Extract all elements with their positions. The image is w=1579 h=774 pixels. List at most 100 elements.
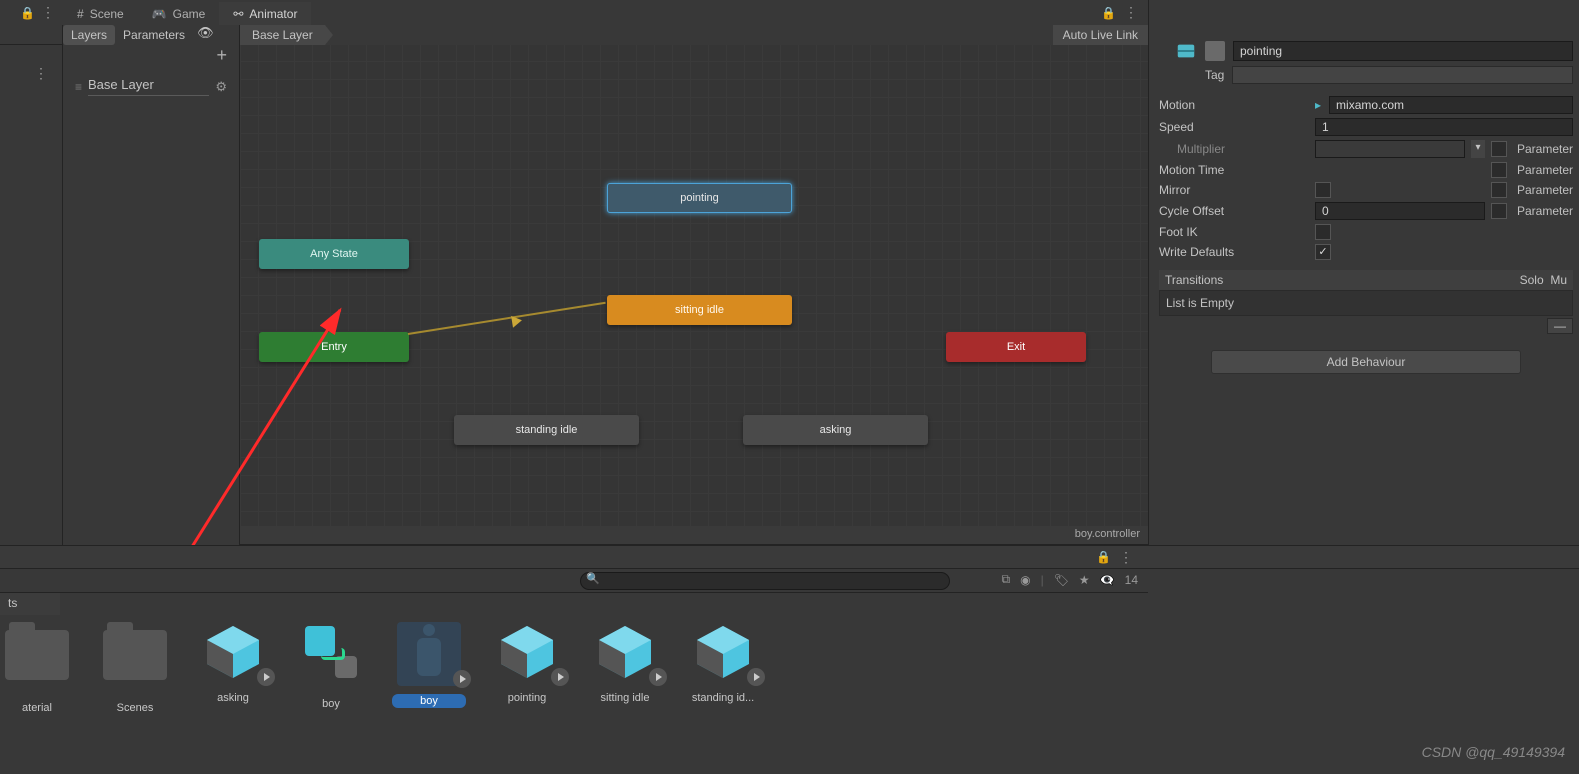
model-icon xyxy=(409,622,449,680)
motion-time-param-check[interactable] xyxy=(1491,162,1507,178)
transitions-list: List is Empty xyxy=(1159,290,1573,316)
filter-label-icon[interactable]: 🏷 xyxy=(1054,573,1069,587)
dropdown-icon[interactable]: ▾ xyxy=(1471,140,1485,158)
inspector-header xyxy=(1175,40,1573,62)
play-icon[interactable] xyxy=(747,668,765,686)
controller-path-label: boy.controller xyxy=(240,526,1148,544)
foot-ik-check[interactable] xyxy=(1315,224,1331,240)
cycle-offset-label: Cycle Offset xyxy=(1159,204,1309,218)
asset-animation-pointing[interactable]: pointing xyxy=(490,620,564,750)
animator-state-icon xyxy=(1175,40,1197,62)
animator-controrller-icon xyxy=(305,626,357,678)
drag-handle-icon[interactable]: ≡ xyxy=(75,80,82,94)
kebab-icon[interactable]: ⋮ xyxy=(41,4,55,21)
search-icon: 🔍 xyxy=(586,572,600,585)
state-node-pointing[interactable]: pointing xyxy=(607,183,792,213)
state-node-sitting-idle[interactable]: sitting idle xyxy=(607,295,792,325)
motion-play-icon: ▸ xyxy=(1315,98,1321,112)
animator-layers-panel: Layers Parameters 👁 + ≡ Base Layer ⚙ xyxy=(63,25,240,545)
layer-item-base[interactable]: ≡ Base Layer ⚙ xyxy=(63,69,239,104)
animator-graph[interactable]: 🔒 ⋮ Base Layer Auto Live Link pointing A… xyxy=(240,25,1148,545)
lock-icon[interactable]: 🔒 xyxy=(1096,550,1111,564)
add-behaviour-button[interactable]: Add Behaviour xyxy=(1211,350,1521,374)
play-icon[interactable] xyxy=(453,670,471,688)
main-tabs: #Scene 🎮Game ⚯Animator xyxy=(63,0,311,25)
transition-edge[interactable] xyxy=(408,302,606,335)
tab-game[interactable]: 🎮Game xyxy=(138,2,220,25)
tab-animator[interactable]: ⚯Animator xyxy=(219,2,311,25)
inspector-panel: Tag Motion▸ Speed Multiplier▾Parameter M… xyxy=(1148,0,1579,545)
lock-icon[interactable]: 🔒 xyxy=(20,6,35,20)
eye-icon[interactable]: 👁 xyxy=(197,25,214,45)
state-name-input[interactable] xyxy=(1233,41,1573,61)
add-layer-icon[interactable]: + xyxy=(216,45,227,65)
motion-field[interactable] xyxy=(1329,96,1573,114)
project-panel-divider[interactable]: 🔒 ⋮ xyxy=(0,545,1579,569)
exit-node[interactable]: Exit xyxy=(946,332,1086,362)
filter-type-icon[interactable]: ◉ xyxy=(1020,573,1030,587)
play-icon[interactable] xyxy=(649,668,667,686)
watermark: CSDN @qq_49149394 xyxy=(1422,744,1565,760)
lock-icon[interactable]: 🔒 xyxy=(1101,6,1116,20)
multiplier-param-check[interactable] xyxy=(1491,141,1507,157)
asset-folder-material[interactable]: aterial xyxy=(0,620,74,750)
write-defaults-check[interactable]: ✓ xyxy=(1315,244,1331,260)
asset-folder-scenes[interactable]: Scenes xyxy=(98,620,172,750)
speed-field[interactable] xyxy=(1315,118,1573,136)
animation-clip-icon xyxy=(495,620,559,684)
mirror-param-check[interactable] xyxy=(1491,182,1507,198)
parameters-tab[interactable]: Parameters xyxy=(115,25,193,45)
animation-clip-icon xyxy=(691,620,755,684)
asset-animation-sitting-idle[interactable]: sitting idle xyxy=(588,620,662,750)
motion-label: Motion xyxy=(1159,98,1309,112)
motion-time-label: Motion Time xyxy=(1159,163,1309,177)
state-node-standing-idle[interactable]: standing idle xyxy=(454,415,639,445)
hidden-count: 14 xyxy=(1125,573,1138,587)
play-icon[interactable] xyxy=(551,668,569,686)
left-dock-controls: 🔒 ⋮ xyxy=(0,0,63,25)
project-asset-grid: aterial Scenes asking boy boy pointing s… xyxy=(0,620,1148,750)
tag-field[interactable] xyxy=(1232,66,1573,84)
mirror-label: Mirror xyxy=(1159,183,1309,197)
layer-name: Base Layer xyxy=(88,77,209,96)
state-node-asking[interactable]: asking xyxy=(743,415,928,445)
cycle-param-check[interactable] xyxy=(1491,203,1507,219)
gear-icon[interactable]: ⚙ xyxy=(215,79,227,95)
project-breadcrumb[interactable]: ts xyxy=(0,593,60,615)
gamepad-icon: 🎮 xyxy=(152,7,167,21)
asset-animation-standing-idle[interactable]: standing id... xyxy=(686,620,760,750)
folder-icon xyxy=(5,630,69,680)
breadcrumb[interactable]: Base Layer xyxy=(240,25,325,45)
auto-live-link-button[interactable]: Auto Live Link xyxy=(1053,25,1148,45)
arrow-icon xyxy=(511,314,523,327)
hierarchy-strip: ⋮ xyxy=(0,25,63,545)
remove-transition-button[interactable]: — xyxy=(1547,318,1573,334)
any-state-node[interactable]: Any State xyxy=(259,239,409,269)
multiplier-field xyxy=(1315,140,1465,158)
asset-controller-boy[interactable]: boy xyxy=(294,620,368,750)
multiplier-label: Multiplier xyxy=(1159,142,1309,156)
play-icon[interactable] xyxy=(257,668,275,686)
project-search-input[interactable] xyxy=(580,572,950,590)
folder-icon xyxy=(103,630,167,680)
cycle-offset-field[interactable] xyxy=(1315,202,1485,220)
save-search-icon[interactable]: ⧉ xyxy=(1002,572,1011,587)
speed-label: Speed xyxy=(1159,120,1309,134)
animation-clip-icon xyxy=(593,620,657,684)
asset-animation-asking[interactable]: asking xyxy=(196,620,270,750)
transitions-header: Transitions Solo Mu xyxy=(1159,270,1573,290)
layers-tab[interactable]: Layers xyxy=(63,25,115,45)
grid-icon: # xyxy=(77,7,84,21)
asset-model-boy[interactable]: boy xyxy=(392,620,466,750)
kebab-icon[interactable]: ⋮ xyxy=(1124,4,1138,21)
kebab-icon[interactable]: ⋮ xyxy=(1119,549,1133,566)
parameter-label: Parameter xyxy=(1517,142,1573,156)
project-toolbar: 🔍 ⧉ ◉ | 🏷 ★ 👁‍🗨 14 xyxy=(0,569,1148,593)
kebab-icon[interactable]: ⋮ xyxy=(34,65,48,82)
state-type-icon xyxy=(1205,41,1225,61)
entry-node[interactable]: Entry xyxy=(259,332,409,362)
hidden-toggle-icon[interactable]: 👁‍🗨 xyxy=(1100,573,1115,587)
favorite-icon[interactable]: ★ xyxy=(1079,573,1090,587)
mirror-check[interactable] xyxy=(1315,182,1331,198)
tab-scene[interactable]: #Scene xyxy=(63,2,138,25)
